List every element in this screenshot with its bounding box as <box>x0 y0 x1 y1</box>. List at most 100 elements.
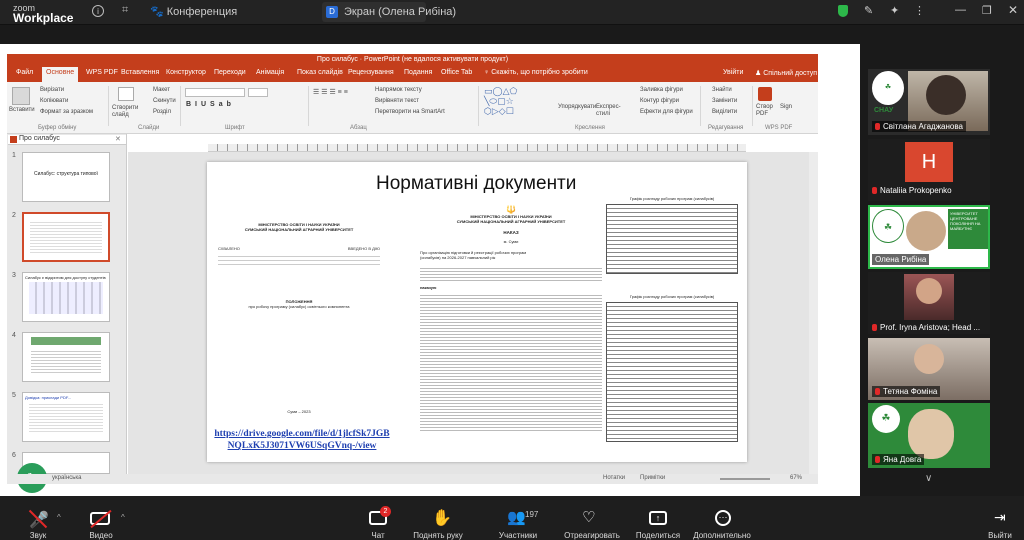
reset-button[interactable]: Скинути <box>153 98 176 105</box>
clipboard-group-label: Буфер обміну <box>38 125 77 131</box>
paragraph-group-label: Абзац <box>350 125 367 131</box>
video-button[interactable]: Видео <box>56 531 146 540</box>
replace-button[interactable]: Замінити <box>712 98 737 105</box>
pen-icon[interactable]: ✎ <box>864 4 873 17</box>
ppt-tab-officetab[interactable]: Office Tab <box>441 69 472 76</box>
cut-button[interactable]: Вирізати <box>40 87 64 94</box>
slide-thumbnail-4[interactable] <box>22 332 110 382</box>
raise-hand-button[interactable]: Поднять руку <box>393 531 483 540</box>
participant-tile[interactable]: ☘ Яна Довга <box>868 403 990 468</box>
share-screen-icon[interactable]: ↑ <box>649 511 667 525</box>
tab-conference[interactable]: 🐾 Конференция <box>150 4 237 20</box>
schedule-table-1 <box>606 204 738 274</box>
doc-header-line: СУМСЬКИЙ НАЦІОНАЛЬНИЙ АГРАРНИЙ УНІВЕРСИТ… <box>456 219 566 224</box>
shield-icon[interactable] <box>838 5 848 17</box>
paste-icon[interactable] <box>12 87 30 105</box>
leave-button[interactable]: Выйти <box>955 531 1024 540</box>
sign-button[interactable]: Sign <box>780 104 792 111</box>
arrange-button[interactable]: Упорядкувати <box>558 104 596 111</box>
ppt-tell-me[interactable]: ♀ Скажіть, що потрібно зробити <box>484 69 588 76</box>
raise-hand-icon[interactable]: ✋ <box>432 508 452 528</box>
ppt-tab-review[interactable]: Рецензування <box>348 69 394 76</box>
font-name-select[interactable] <box>185 88 245 97</box>
text-direction-button[interactable]: Напрямок тексту <box>375 87 422 94</box>
comments-button[interactable]: Примітки <box>640 475 665 481</box>
new-slide-icon[interactable] <box>118 87 134 101</box>
ppt-share[interactable]: ♟ Спільний доступ <box>755 69 817 77</box>
quick-styles-button[interactable]: Експрес-стилі <box>596 104 626 118</box>
mic-muted-icon <box>872 187 877 195</box>
find-button[interactable]: Знайти <box>712 87 732 94</box>
participant-tile-speaking[interactable]: ☘ УНІВЕРСИТЕТ ЦЕНТРОВАНЕ ПОКОЛІННЯ НА МА… <box>868 205 990 269</box>
ppt-login[interactable]: Увійти <box>723 69 743 76</box>
participant-tile[interactable]: Тетяна Фоміна <box>868 338 990 400</box>
ppt-tab-file[interactable]: Файл <box>16 69 33 76</box>
participant-name: Олена Рибіна <box>872 254 930 265</box>
restore-icon[interactable]: ❐ <box>982 4 992 17</box>
paragraph-buttons[interactable]: ☰ ☰ ☰ ≡ ≡ <box>313 88 348 96</box>
ppt-tab-home[interactable]: Основне <box>46 69 74 76</box>
participants-icon[interactable]: 👥 <box>507 508 526 526</box>
ppt-tab-wpspdf[interactable]: WPS PDF <box>86 69 118 76</box>
slide-thumbnail-5[interactable]: Довідка: приклади PDF... <box>22 392 110 442</box>
language-indicator[interactable]: українська <box>52 475 82 481</box>
slide-number: 5 <box>12 392 16 399</box>
close-icon[interactable]: ✕ <box>1008 3 1018 17</box>
ppt-tab-view[interactable]: Подання <box>404 69 432 76</box>
vertical-scrollbar[interactable] <box>809 152 818 474</box>
more-icon[interactable]: ⋮ <box>914 4 925 17</box>
mic-muted-icon <box>872 324 877 332</box>
video-options-chevron[interactable]: ^ <box>121 513 125 522</box>
info-icon[interactable]: i <box>92 5 104 17</box>
slide-thumbnail-3[interactable]: Силабус є відкритим для доступу студенті… <box>22 272 110 322</box>
pane-tab-title[interactable]: Про силабус <box>19 135 60 142</box>
doc-order-title: НАКАЗ <box>503 230 519 235</box>
sparkle-icon[interactable]: ✦ <box>890 4 899 17</box>
copy-button[interactable]: Копіювати <box>40 98 68 105</box>
new-slide-button[interactable]: Створити слайд <box>112 105 142 119</box>
ppt-tab-animation[interactable]: Анімація <box>256 69 284 76</box>
zoom-slider[interactable] <box>720 478 770 480</box>
audio-options-chevron[interactable]: ^ <box>57 513 61 522</box>
document-regulation: МІНІСТЕРСТВО ОСВІТИ І НАУКИ УКРАЇНИ СУМС… <box>218 222 380 452</box>
shape-outline-button[interactable]: Контур фігури <box>640 98 679 105</box>
font-size-select[interactable] <box>248 88 268 97</box>
more-options-icon[interactable]: ··· <box>715 510 731 526</box>
ppt-tab-insert[interactable]: Вставлення <box>121 69 159 76</box>
leave-icon[interactable]: ⇥ <box>994 509 1006 526</box>
schedule-heading: Графік розгляду робочих програм (силабус… <box>629 294 715 299</box>
zoom-level[interactable]: 67% <box>790 475 802 481</box>
participant-tile[interactable]: ☘ СНАУ Світлана Агаджанова <box>868 69 990 135</box>
participant-tile[interactable]: Prof. Iryna Aristova; Head ... <box>868 272 990 334</box>
slide-thumbnail-2[interactable] <box>22 212 110 262</box>
ppt-tab-slideshow[interactable]: Показ слайдів <box>297 69 343 76</box>
notes-button[interactable]: Нотатки <box>603 475 625 481</box>
smartart-button[interactable]: Перетворити на SmartArt <box>375 109 445 116</box>
participant-tile[interactable]: H Nataliia Prokopenko <box>868 139 990 201</box>
chat-badge: 2 <box>380 506 391 517</box>
drive-link[interactable]: https://drive.google.com/file/d/1jlcfSk7… <box>212 428 392 452</box>
font-style-buttons[interactable]: BIUSab <box>186 101 235 108</box>
slides-group-label: Слайди <box>138 125 160 131</box>
paste-button[interactable]: Вставити <box>9 107 35 114</box>
snau-label: СНАУ <box>874 107 894 114</box>
align-text-button[interactable]: Вирівняти текст <box>375 98 419 105</box>
create-pdf-button[interactable]: Створ PDF <box>756 104 776 118</box>
ppt-tab-transitions[interactable]: Переходи <box>214 69 246 76</box>
ppt-tab-design[interactable]: Конструктор <box>166 69 206 76</box>
layout-button[interactable]: Макет <box>153 87 170 94</box>
select-button[interactable]: Виділити <box>712 109 737 116</box>
pdf-icon[interactable] <box>758 87 772 101</box>
grid-icon[interactable]: ⌗ <box>122 4 128 17</box>
react-heart-icon[interactable]: ♡ <box>582 508 595 526</box>
minimize-icon[interactable]: — <box>955 4 966 16</box>
section-button[interactable]: Розділ <box>153 109 171 116</box>
gallery-scroll-down[interactable]: ∨ <box>925 473 932 484</box>
shapes-gallery[interactable]: ▭◯△⬠ ╲⬭▢☆ ⬡▷◇☐ <box>484 86 552 116</box>
more-button[interactable]: Дополнительно <box>677 531 767 540</box>
pane-tab-close-icon[interactable]: ✕ <box>115 135 121 143</box>
shape-fill-button[interactable]: Заливка фігури <box>640 87 683 94</box>
format-painter-button[interactable]: Формат за зразком <box>40 109 93 116</box>
slide-thumbnail-1[interactable]: Силабус: структура типової <box>22 152 110 202</box>
shape-effects-button[interactable]: Ефекти для фігури <box>640 109 693 116</box>
